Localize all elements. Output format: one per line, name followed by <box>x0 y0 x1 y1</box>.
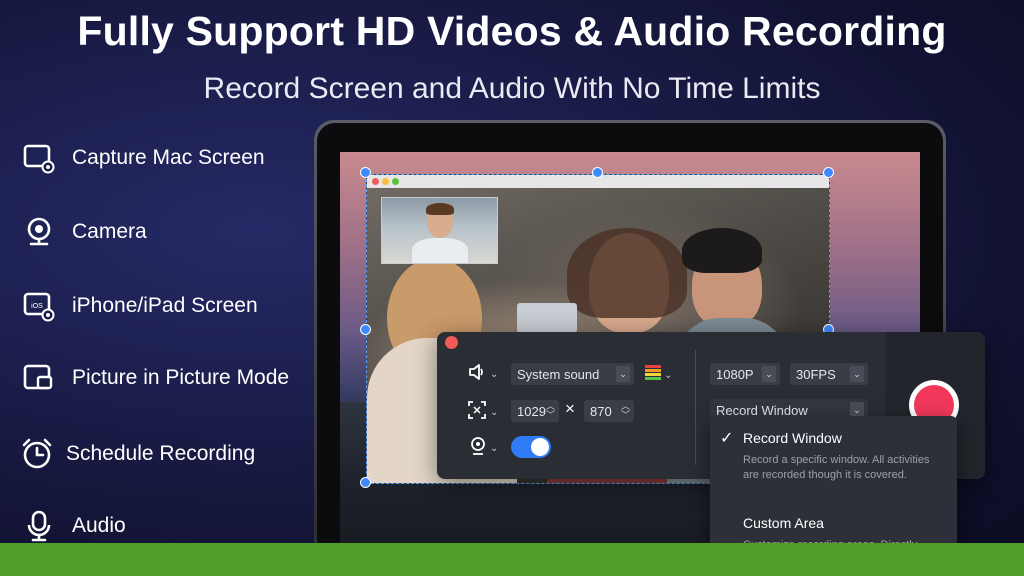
feature-camera: Camera <box>20 212 147 252</box>
feature-audio: Audio <box>20 506 126 546</box>
feature-label: Audio <box>72 514 126 537</box>
feature-label: Schedule Recording <box>66 442 256 465</box>
microphone-icon <box>20 507 58 545</box>
fps-select[interactable]: 30FPS ⌄ <box>790 363 868 385</box>
photo-hair-man <box>682 228 762 273</box>
alarm-clock-icon <box>18 435 56 473</box>
feature-label: iPhone/iPad Screen <box>72 294 258 317</box>
chevron-down-icon: ⌄ <box>490 407 499 418</box>
chevron-down-icon: ⌄ <box>490 443 499 454</box>
ios-icon-text: iOS <box>31 303 43 310</box>
resize-handle-left[interactable] <box>360 324 371 335</box>
pip-shirt <box>412 238 468 263</box>
region-select-button[interactable]: ⌄ <box>467 400 498 425</box>
stepper-arrows-icon[interactable]: ︿ ﹀ <box>621 402 630 420</box>
screen-capture-icon <box>20 139 58 177</box>
dropdown-item-title: Custom Area <box>743 515 824 531</box>
audio-level-meter-icon <box>645 364 661 387</box>
sound-source-value: System sound <box>517 366 600 382</box>
webcam-menu-button[interactable]: ⌄ <box>469 436 498 461</box>
photo-hair <box>567 228 687 318</box>
speaker-menu-button[interactable]: ⌄ <box>467 362 498 387</box>
checkmark-icon: ✓ <box>720 430 734 447</box>
picture-in-picture-icon <box>20 359 58 397</box>
chevron-down-icon: ⌄ <box>490 369 499 380</box>
speaker-icon <box>467 362 487 387</box>
subheadline: Record Screen and Audio With No Time Lim… <box>203 72 821 105</box>
chevron-down-icon: ⌄ <box>850 366 864 382</box>
panel-close-button[interactable] <box>445 336 458 349</box>
feature-label: Picture in Picture Mode <box>72 366 290 389</box>
width-value: 1029 <box>517 403 546 419</box>
dimension-times-sign: × <box>565 399 575 418</box>
resolution-value: 1080P <box>716 366 754 382</box>
webcam-icon <box>20 213 58 251</box>
feature-iphone-ipad-screen: iOS iPhone/iPad Screen <box>20 286 258 326</box>
height-value: 870 <box>590 403 612 419</box>
resize-handle-top-right[interactable] <box>823 167 834 178</box>
webcam-pip-window[interactable] <box>381 197 498 264</box>
resize-handle-top-left[interactable] <box>360 167 371 178</box>
record-mode-dropdown: ✓ Record Window Record a specific window… <box>710 416 957 556</box>
pip-hair <box>426 203 454 215</box>
ios-screen-icon: iOS <box>20 287 58 325</box>
resize-handle-top[interactable] <box>592 167 603 178</box>
feature-label: Capture Mac Screen <box>72 146 265 169</box>
feature-picture-in-picture: Picture in Picture Mode <box>20 358 289 398</box>
dropdown-item-title: Record Window <box>743 430 842 446</box>
feature-label: Camera <box>72 220 147 243</box>
window-zoom-dot <box>392 178 399 185</box>
bottom-green-bar <box>0 543 1024 576</box>
resolution-select[interactable]: 1080P ⌄ <box>710 363 780 385</box>
chevron-down-icon: ⌄ <box>762 366 776 382</box>
feature-capture-mac-screen: Capture Mac Screen <box>20 138 265 178</box>
chevron-down-icon: ⌄ <box>616 366 630 382</box>
panel-divider <box>695 350 696 465</box>
audio-level-button[interactable]: ⌄ <box>645 364 672 387</box>
headline: Fully Support HD Videos & Audio Recordin… <box>77 8 947 54</box>
photo-laptop <box>517 303 577 333</box>
fps-value: 30FPS <box>796 366 836 382</box>
dropdown-item-description: Record a specific window. All activities… <box>743 454 930 481</box>
window-close-dot <box>372 178 379 185</box>
width-stepper[interactable]: 1029 ︿ ﹀ <box>511 400 559 422</box>
height-stepper[interactable]: 870 ︿ ﹀ <box>584 400 634 422</box>
webcam-icon <box>469 436 487 461</box>
feature-schedule-recording: Schedule Recording <box>18 434 255 474</box>
window-minimize-dot <box>382 178 389 185</box>
sound-source-select[interactable]: System sound ⌄ <box>511 363 634 385</box>
toggle-knob <box>531 438 549 456</box>
region-crop-icon <box>467 400 487 425</box>
resize-handle-bottom-left[interactable] <box>360 477 371 488</box>
stepper-arrows-icon[interactable]: ︿ ﹀ <box>546 402 555 420</box>
webcam-toggle[interactable] <box>511 436 551 458</box>
chevron-down-icon: ⌄ <box>664 370 673 381</box>
